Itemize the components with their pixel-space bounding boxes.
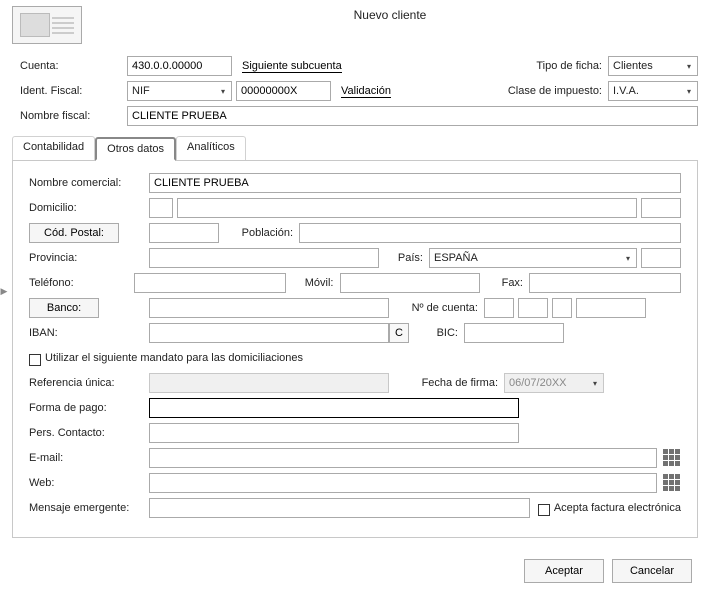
provincia-label: Provincia: [29, 252, 149, 264]
mandato-checkbox[interactable] [29, 354, 41, 366]
mensaje-input[interactable] [149, 498, 530, 518]
domicilio-num-input[interactable] [641, 198, 681, 218]
chevron-down-icon [622, 251, 634, 265]
banco-button[interactable]: Banco: [29, 298, 99, 318]
fax-label: Fax: [480, 277, 530, 289]
mandato-label: Utilizar el siguiente mandato para las d… [45, 352, 303, 364]
tipo-ficha-value: Clientes [613, 60, 653, 72]
cancelar-button[interactable]: Cancelar [612, 559, 692, 583]
bic-label: BIC: [409, 327, 464, 339]
cuenta-2-input[interactable] [518, 298, 548, 318]
iban-input[interactable] [149, 323, 389, 343]
chevron-down-icon [217, 84, 229, 98]
forma-pago-input[interactable] [149, 398, 519, 418]
movil-input[interactable] [340, 273, 480, 293]
aceptar-button[interactable]: Aceptar [524, 559, 604, 583]
acepta-factura-checkbox[interactable] [538, 504, 550, 516]
nombre-fiscal-input[interactable] [127, 106, 698, 126]
clase-impuesto-label: Clase de impuesto: [472, 85, 602, 97]
telefono-label: Teléfono: [29, 277, 134, 289]
qr-icon[interactable] [663, 449, 681, 467]
ident-fiscal-label: Ident. Fiscal: [12, 85, 127, 97]
chevron-down-icon [589, 376, 601, 390]
tab-contabilidad[interactable]: Contabilidad [12, 136, 95, 160]
mensaje-label: Mensaje emergente: [29, 502, 149, 514]
chevron-down-icon [683, 84, 695, 98]
cuenta-3-input[interactable] [552, 298, 572, 318]
ident-fiscal-value-input[interactable] [236, 81, 331, 101]
poblacion-label: Población: [219, 227, 299, 239]
nombre-comercial-label: Nombre comercial: [29, 177, 149, 189]
cod-postal-button[interactable]: Cód. Postal: [29, 223, 119, 243]
domicilio-tipo-input[interactable] [149, 198, 173, 218]
ident-fiscal-tipo-combo[interactable]: NIF [127, 81, 232, 101]
cuenta-label: Cuenta: [12, 60, 127, 72]
siguiente-subcuenta-link[interactable]: Siguiente subcuenta [242, 60, 342, 73]
web-input[interactable] [149, 473, 657, 493]
ref-unica-label: Referencia única: [29, 377, 149, 389]
fecha-firma-label: Fecha de firma: [389, 377, 504, 389]
fecha-firma-combo: 06/07/20XX [504, 373, 604, 393]
pers-contacto-input[interactable] [149, 423, 519, 443]
provincia-input[interactable] [149, 248, 379, 268]
ref-unica-input [149, 373, 389, 393]
page-title: Nuevo cliente [82, 6, 698, 22]
record-thumbnail[interactable] [12, 6, 82, 44]
pais-label: País: [379, 252, 429, 264]
banco-input[interactable] [149, 298, 389, 318]
pais-combo[interactable]: ESPAÑA [429, 248, 637, 268]
cuenta-4-input[interactable] [576, 298, 646, 318]
domicilio-label: Domicilio: [29, 202, 149, 214]
calc-iban-button[interactable]: C [389, 323, 409, 343]
pais-code-input[interactable] [641, 248, 681, 268]
clase-impuesto-combo[interactable]: I.V.A. [608, 81, 698, 101]
poblacion-input[interactable] [299, 223, 681, 243]
expand-handle-icon[interactable]: ▶ [0, 280, 8, 302]
tipo-ficha-label: Tipo de ficha: [492, 60, 602, 72]
email-label: E-mail: [29, 452, 149, 464]
nombre-comercial-input[interactable] [149, 173, 681, 193]
email-input[interactable] [149, 448, 657, 468]
tab-otros-datos[interactable]: Otros datos [95, 137, 176, 161]
web-label: Web: [29, 477, 149, 489]
iban-label: IBAN: [29, 327, 149, 339]
forma-pago-label: Forma de pago: [29, 402, 149, 414]
domicilio-calle-input[interactable] [177, 198, 637, 218]
telefono-input[interactable] [134, 273, 286, 293]
fax-input[interactable] [529, 273, 681, 293]
cuenta-input[interactable] [127, 56, 232, 76]
validacion-link[interactable]: Validación [341, 85, 391, 98]
nombre-fiscal-label: Nombre fiscal: [12, 110, 127, 122]
bic-input[interactable] [464, 323, 564, 343]
cod-postal-input[interactable] [149, 223, 219, 243]
qr-icon[interactable] [663, 474, 681, 492]
ncuenta-label: Nº de cuenta: [389, 302, 484, 314]
tipo-ficha-combo[interactable]: Clientes [608, 56, 698, 76]
chevron-down-icon [683, 59, 695, 73]
tab-analiticos[interactable]: Analíticos [176, 136, 246, 160]
pers-contacto-label: Pers. Contacto: [29, 427, 149, 439]
movil-label: Móvil: [286, 277, 340, 289]
cuenta-1-input[interactable] [484, 298, 514, 318]
acepta-factura-label: Acepta factura electrónica [554, 502, 681, 514]
otros-datos-panel: Nombre comercial: Domicilio: Cód. Postal… [12, 160, 698, 538]
